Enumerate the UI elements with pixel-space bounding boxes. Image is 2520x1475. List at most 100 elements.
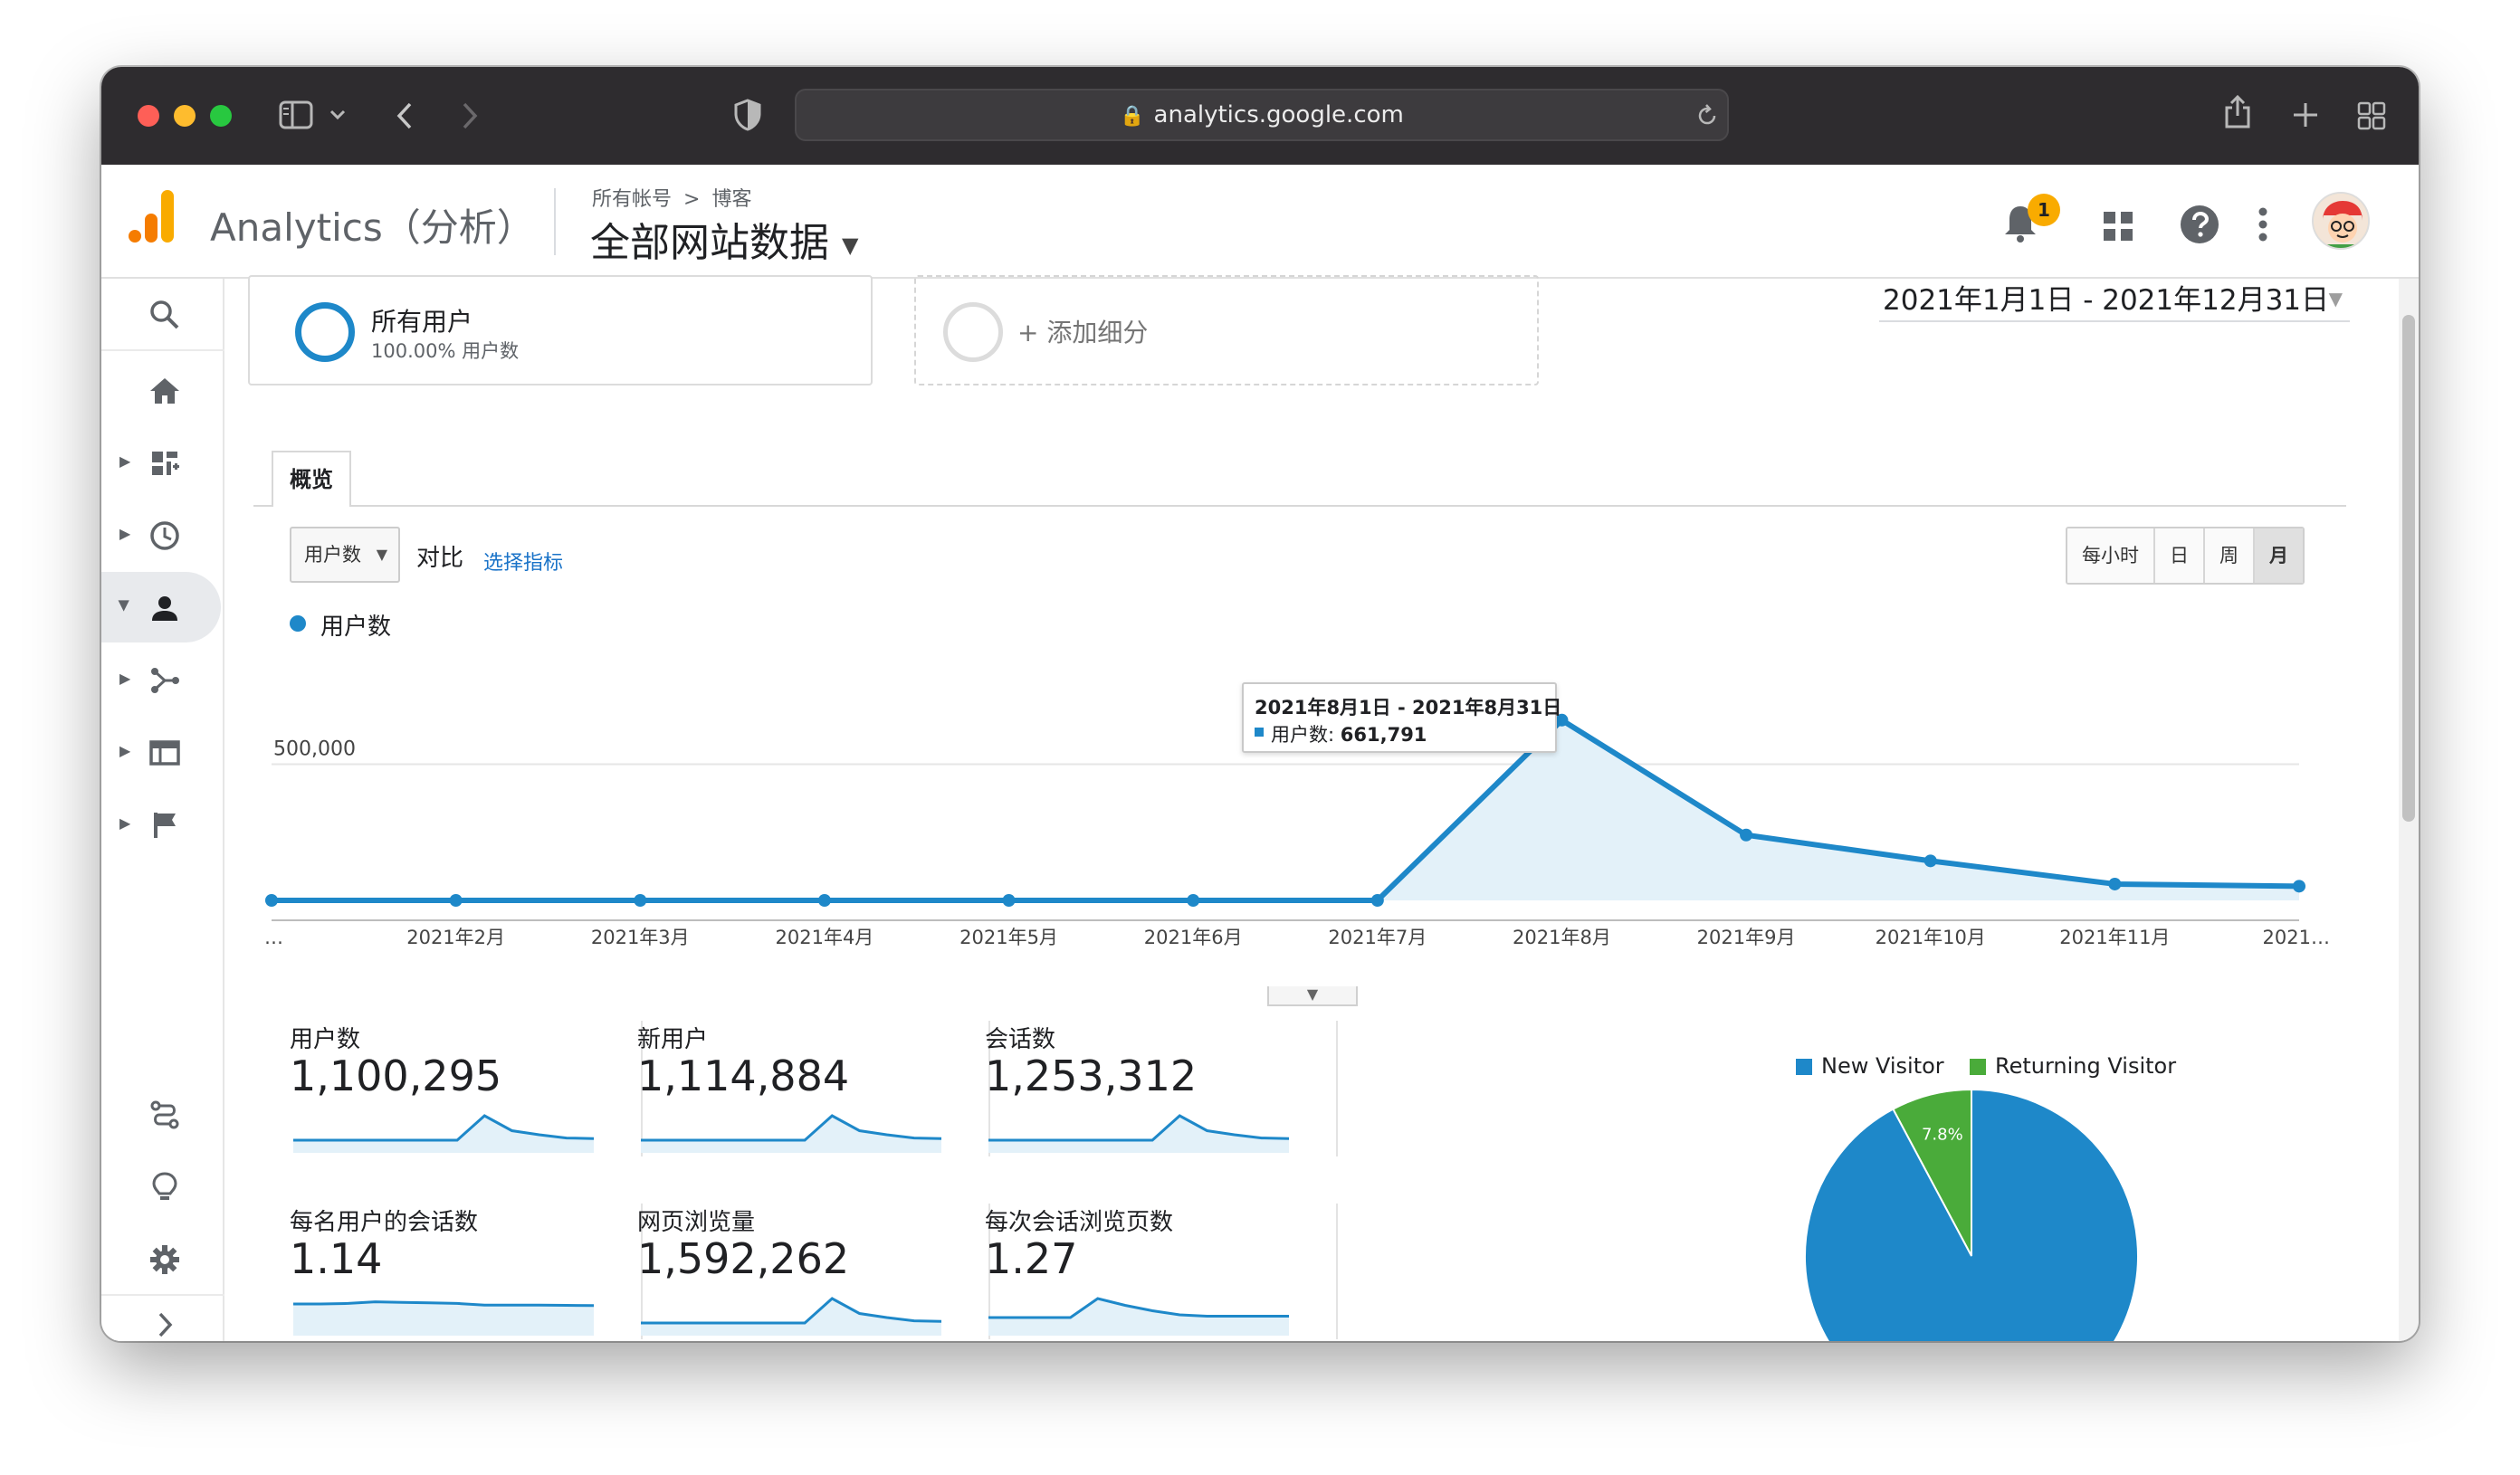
forward-arrow-icon[interactable]	[460, 101, 480, 130]
metric-tile-pageviews[interactable]: 网页浏览量 1,592,262	[637, 1204, 990, 1341]
expand-arrow-icon: ▶	[119, 814, 131, 832]
metric-label: 新用户	[637, 1026, 709, 1053]
metric-label: 会话数	[985, 1026, 1056, 1053]
expand-arrow-icon: ▶	[119, 670, 131, 687]
metric-sparkline	[293, 1114, 595, 1153]
tile-divider	[1336, 1204, 1338, 1339]
view-selector[interactable]: 全部网站数据 ▼	[590, 210, 858, 268]
new-tab-icon[interactable]	[2292, 101, 2319, 128]
add-segment-label: + 添加细分	[1017, 318, 1149, 347]
metric-value: 1,100,295	[290, 1052, 502, 1100]
metric-tile-pages-per-session[interactable]: 每次会话浏览页数 1.27	[985, 1204, 1338, 1341]
collapse-arrow-icon: ▶	[116, 600, 134, 612]
nav-conversions[interactable]: ▶	[101, 789, 224, 860]
nav-search[interactable]	[101, 279, 224, 349]
metric-value: 1,253,312	[985, 1052, 1198, 1100]
period-day-button[interactable]: 日	[2155, 528, 2205, 583]
metric-label: 每次会话浏览页数	[985, 1209, 1174, 1236]
nav-discover[interactable]	[101, 1151, 224, 1222]
tab-overview-icon[interactable]	[2357, 101, 2386, 130]
period-hourly-button[interactable]: 每小时	[2067, 528, 2155, 583]
zoom-window-button[interactable]	[210, 105, 232, 127]
data-point-3	[817, 894, 831, 907]
breadcrumb[interactable]: 所有帐号 > 博客	[592, 183, 751, 212]
header-divider	[554, 188, 556, 255]
metric-select-value: 用户数	[304, 544, 361, 566]
chart-collapse-handle[interactable]: ▼	[1267, 986, 1358, 1006]
nav-admin[interactable]	[101, 1223, 224, 1294]
minimize-window-button[interactable]	[174, 105, 196, 127]
tooltip-series-marker	[1255, 728, 1264, 737]
metric-select[interactable]: 用户数 ▼	[290, 527, 400, 583]
nav-behavior[interactable]: ▶	[101, 717, 224, 787]
breadcrumb-account[interactable]: 所有帐号	[592, 188, 672, 211]
legend-swatch	[1970, 1059, 1986, 1075]
pie-slice-label: 7.8%	[1922, 1125, 1963, 1144]
privacy-shield-icon[interactable]	[733, 98, 762, 132]
caret-down-icon: ▼	[376, 546, 387, 563]
sparkline-fill	[988, 1116, 1289, 1153]
address-bar[interactable]: 🔒 analytics.google.com	[795, 89, 1729, 141]
nav-home[interactable]	[101, 355, 224, 425]
caret-down-icon: ▼	[842, 233, 859, 258]
date-range-picker[interactable]: 2021年1月1日 - 2021年12月31日 ▼	[1879, 277, 2350, 322]
metric-tile-users[interactable]: 用户数 1,100,295	[290, 1021, 643, 1184]
nav-acquisition[interactable]: ▶	[101, 644, 224, 715]
breadcrumb-property[interactable]: 博客	[711, 188, 751, 211]
metric-label: 网页浏览量	[637, 1209, 756, 1236]
sparkline-fill	[641, 1299, 941, 1336]
analytics-header: Analytics（分析） 所有帐号 > 博客 全部网站数据 ▼ 1	[101, 165, 2419, 279]
metric-tile-new-users[interactable]: 新用户 1,114,884	[637, 1021, 990, 1184]
tooltip-title: 2021年8月1日 - 2021年8月31日	[1255, 697, 1562, 718]
dashboard-icon	[152, 452, 179, 475]
nav-realtime[interactable]: ▶	[101, 500, 224, 570]
segment-subtitle: 100.00% 用户数	[371, 340, 520, 362]
nav-customization[interactable]: ▶	[101, 427, 224, 498]
close-window-button[interactable]	[138, 105, 159, 127]
metric-tile-sessions-per-user[interactable]: 每名用户的会话数 1.14	[290, 1204, 643, 1341]
more-vert-icon[interactable]	[2258, 206, 2268, 243]
x-axis-tick-label: 2021…	[2263, 927, 2330, 948]
analytics-logo-icon[interactable]	[129, 190, 176, 244]
period-week-button[interactable]: 周	[2205, 528, 2255, 583]
nav-attribution[interactable]	[101, 1079, 224, 1149]
segment-title: 所有用户	[371, 307, 473, 337]
person-icon	[152, 596, 177, 621]
scrollbar-thumb[interactable]	[2402, 315, 2415, 822]
legend-swatch	[1796, 1059, 1812, 1075]
clock-icon	[150, 521, 179, 550]
metric-tile-sessions[interactable]: 会话数 1,253,312	[985, 1021, 1338, 1184]
sidebar-toggle-icon[interactable]	[279, 100, 315, 130]
pie-legend-new-visitor[interactable]: New Visitor	[1796, 1053, 1944, 1079]
chevron-down-icon[interactable]	[329, 109, 346, 121]
x-axis-tick-label: 2021年2月	[406, 927, 505, 948]
nav-audience[interactable]: ▶	[101, 572, 221, 642]
apps-grid-icon[interactable]	[2102, 210, 2134, 243]
reload-icon[interactable]	[1694, 103, 1720, 128]
pie-slice-new-visitor	[1804, 1088, 2139, 1341]
empty-segment-ring-icon	[943, 302, 1003, 362]
legend-marker	[290, 615, 306, 632]
data-point-4	[1002, 894, 1016, 907]
choose-metric-link[interactable]: 选择指标	[483, 547, 563, 576]
lightbulb-icon	[152, 1172, 177, 1200]
sparkline-line	[641, 1114, 942, 1142]
back-arrow-icon[interactable]	[395, 101, 415, 130]
attribution-icon	[150, 1100, 179, 1129]
share-icon[interactable]	[2223, 94, 2252, 130]
vertical-scrollbar[interactable]	[2399, 279, 2419, 1341]
behavior-icon	[149, 740, 180, 766]
period-month-button[interactable]: 月	[2255, 528, 2303, 583]
add-segment-button[interactable]: + 添加细分	[914, 275, 1539, 385]
segment-all-users[interactable]: 所有用户 100.00% 用户数	[248, 275, 873, 385]
sparkline-line	[641, 1297, 942, 1325]
x-axis-tick-label: 2021年10月	[1876, 927, 1986, 948]
tab-overview[interactable]: 概览	[272, 451, 351, 507]
data-point-6	[1370, 894, 1384, 907]
help-icon[interactable]	[2180, 205, 2219, 244]
browser-titlebar: 🔒 analytics.google.com	[101, 67, 2419, 165]
nav-expand[interactable]	[101, 1299, 224, 1341]
user-avatar[interactable]	[2312, 192, 2370, 250]
pie-legend-returning-visitor[interactable]: Returning Visitor	[1970, 1053, 2176, 1079]
visitor-type-pie-chart[interactable]: 7.8%	[1799, 1084, 2143, 1341]
